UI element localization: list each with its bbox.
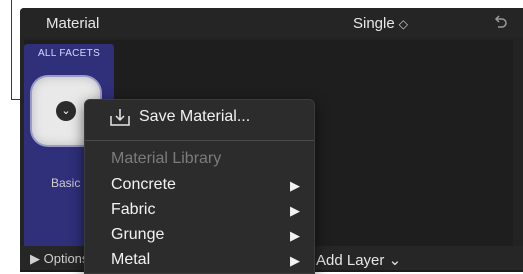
menu-item-label: Metal bbox=[111, 251, 151, 268]
add-layer-button[interactable]: Add Layer ⌄ bbox=[316, 251, 401, 269]
chevron-down-icon[interactable]: ⌄ bbox=[56, 101, 76, 121]
menu-item-label: Concrete bbox=[111, 176, 176, 193]
menu-item-metal[interactable]: Metal ▶ bbox=[85, 249, 314, 273]
reset-icon[interactable] bbox=[491, 14, 509, 32]
save-material-label: Save Material... bbox=[139, 108, 251, 125]
submenu-arrow-icon: ▶ bbox=[290, 228, 300, 243]
material-mode-label: Single bbox=[353, 15, 395, 32]
submenu-arrow-icon: ▶ bbox=[290, 203, 300, 218]
menu-item-concrete[interactable]: Concrete ▶ bbox=[85, 174, 314, 198]
menu-item-label: Fabric bbox=[111, 201, 156, 218]
options-label: Options bbox=[43, 251, 89, 266]
facet-label: ALL FACETS bbox=[37, 48, 101, 59]
material-title: Material bbox=[46, 15, 100, 32]
menu-item-grunge[interactable]: Grunge ▶ bbox=[85, 224, 314, 248]
material-popup-menu: Save Material... Material Library Concre… bbox=[84, 99, 315, 274]
submenu-arrow-icon: ▶ bbox=[290, 178, 300, 193]
material-header: Material Single ◇ bbox=[20, 8, 523, 38]
options-disclosure[interactable]: ▶ Options bbox=[30, 251, 88, 267]
menu-item-fabric[interactable]: Fabric ▶ bbox=[85, 199, 314, 223]
chevron-down-icon: ⌄ bbox=[388, 252, 402, 269]
add-layer-label: Add Layer bbox=[316, 252, 385, 269]
material-mode-popup[interactable]: Single ◇ bbox=[353, 15, 408, 32]
callout-line bbox=[11, 0, 12, 100]
menu-item-label: Grunge bbox=[111, 226, 165, 243]
menu-item-save-material[interactable]: Save Material... bbox=[85, 102, 314, 136]
save-icon bbox=[110, 109, 130, 126]
submenu-arrow-icon: ▶ bbox=[290, 253, 300, 268]
facet-name: Basic bbox=[51, 176, 81, 190]
material-library-heading: Material Library bbox=[111, 150, 222, 167]
menu-separator bbox=[85, 140, 314, 141]
up-down-chevron-icon: ◇ bbox=[398, 17, 408, 31]
